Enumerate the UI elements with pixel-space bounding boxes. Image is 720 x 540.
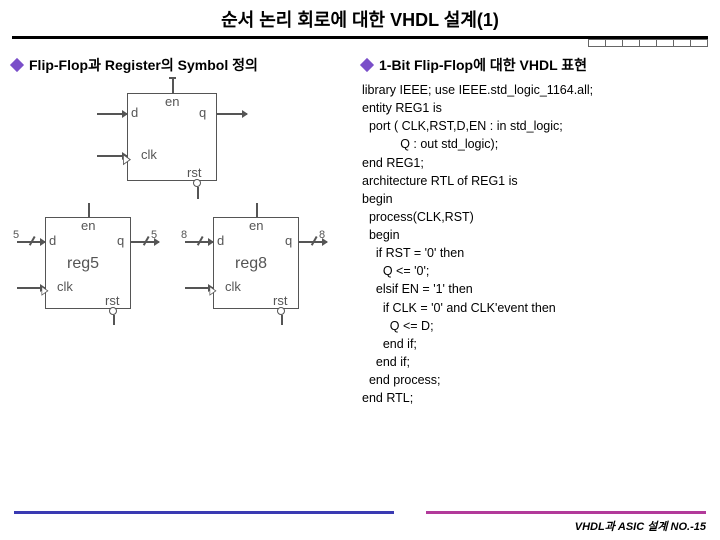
reg8-rst: rst <box>273 293 287 308</box>
reg8-name: reg8 <box>235 255 267 273</box>
reg8-symbol: en 8 d q 8 reg8 clk rst <box>181 207 331 327</box>
content-area: Flip-Flop과 Register의 Symbol 정의 d q en cl… <box>0 55 720 407</box>
footer-line-right <box>426 511 706 514</box>
reg5-wout: 5 <box>151 229 157 241</box>
dff-d-label: d <box>131 105 138 120</box>
reg5-name: reg5 <box>67 255 99 273</box>
dff-q-label: q <box>199 105 206 120</box>
reg5-symbol: en 5 d q 5 reg5 clk rst <box>13 207 163 327</box>
footer-line-left <box>14 511 394 514</box>
right-heading: 1-Bit Flip-Flop에 대한 VHDL 표현 <box>362 55 708 75</box>
register-row: en 5 d q 5 reg5 clk rst <box>12 207 332 327</box>
dff-rst-label: rst <box>187 165 201 180</box>
right-column: 1-Bit Flip-Flop에 대한 VHDL 표현 library IEEE… <box>352 55 708 407</box>
reg5-clk: clk <box>57 279 73 294</box>
vhdl-code: library IEEE; use IEEE.std_logic_1164.al… <box>362 81 708 407</box>
footer-text: VHDL과 ASIC 설계 NO.-15 <box>575 518 706 534</box>
bullet-icon <box>360 58 374 72</box>
dff-clk-label: clk <box>141 147 157 162</box>
page-title: 순서 논리 회로에 대한 VHDL 설계(1) <box>0 0 720 36</box>
reg8-q: q <box>285 233 292 248</box>
reg5-rst: rst <box>105 293 119 308</box>
left-heading-text: Flip-Flop과 Register의 Symbol 정의 <box>29 55 258 75</box>
reg8-win: 8 <box>181 229 187 241</box>
dff-symbol: d q en clk rst <box>87 83 257 193</box>
dff-en-label: en <box>165 94 179 109</box>
reg8-en: en <box>249 218 263 233</box>
left-heading: Flip-Flop과 Register의 Symbol 정의 <box>12 55 352 75</box>
reg5-en: en <box>81 218 95 233</box>
title-decor-boxes <box>12 39 708 47</box>
reg8-clk: clk <box>225 279 241 294</box>
reg5-win: 5 <box>13 229 19 241</box>
diagram-area: d q en clk rst en <box>12 83 332 327</box>
right-heading-text: 1-Bit Flip-Flop에 대한 VHDL 표현 <box>379 55 587 75</box>
reg5-q: q <box>117 233 124 248</box>
reg8-d: d <box>217 233 224 248</box>
reg5-d: d <box>49 233 56 248</box>
bullet-icon <box>10 58 24 72</box>
left-column: Flip-Flop과 Register의 Symbol 정의 d q en cl… <box>12 55 352 407</box>
reg8-wout: 8 <box>319 229 325 241</box>
